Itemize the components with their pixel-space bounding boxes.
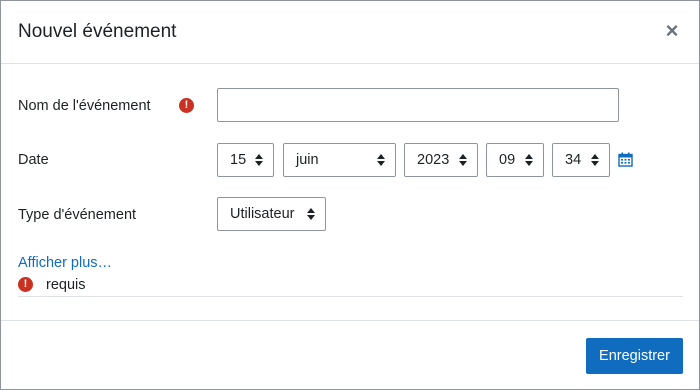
minute-select[interactable]: 34 — [552, 143, 610, 177]
month-select[interactable]: juin — [283, 143, 396, 177]
event-type-select[interactable]: Utilisateur — [217, 197, 326, 231]
year-value: 2023 — [417, 152, 450, 168]
required-note: requis — [46, 277, 86, 293]
save-button[interactable]: Enregistrer — [586, 338, 683, 374]
divider — [18, 296, 683, 297]
required-icon: ! — [179, 98, 194, 113]
dialog-header: Nouvel événement × — [1, 1, 699, 64]
select-caret-icon — [255, 153, 263, 167]
calendar-icon[interactable] — [618, 152, 633, 167]
date-label: Date — [18, 152, 49, 168]
select-caret-icon — [525, 153, 533, 167]
select-caret-icon — [591, 153, 599, 167]
hour-select[interactable]: 09 — [486, 143, 544, 177]
show-more-link[interactable]: Afficher plus… — [18, 255, 112, 271]
day-select[interactable]: 15 — [217, 143, 274, 177]
event-name-input[interactable] — [217, 88, 619, 122]
year-select[interactable]: 2023 — [404, 143, 478, 177]
select-caret-icon — [377, 153, 385, 167]
select-caret-icon — [459, 153, 467, 167]
close-button[interactable]: × — [663, 20, 681, 42]
minute-value: 34 — [565, 152, 582, 168]
hour-value: 09 — [499, 152, 516, 168]
dialog-title: Nouvel événement — [18, 21, 177, 42]
event-type-value: Utilisateur — [230, 206, 295, 222]
month-value: juin — [296, 152, 319, 168]
dialog-footer: Enregistrer — [1, 320, 699, 390]
day-value: 15 — [230, 152, 247, 168]
event-type-label: Type d'événement — [18, 207, 137, 223]
event-name-label: Nom de l'événement — [18, 98, 151, 114]
required-icon: ! — [18, 277, 33, 292]
select-caret-icon — [307, 207, 315, 221]
new-event-dialog: Nouvel événement × Nom de l'événement ! … — [0, 0, 700, 390]
